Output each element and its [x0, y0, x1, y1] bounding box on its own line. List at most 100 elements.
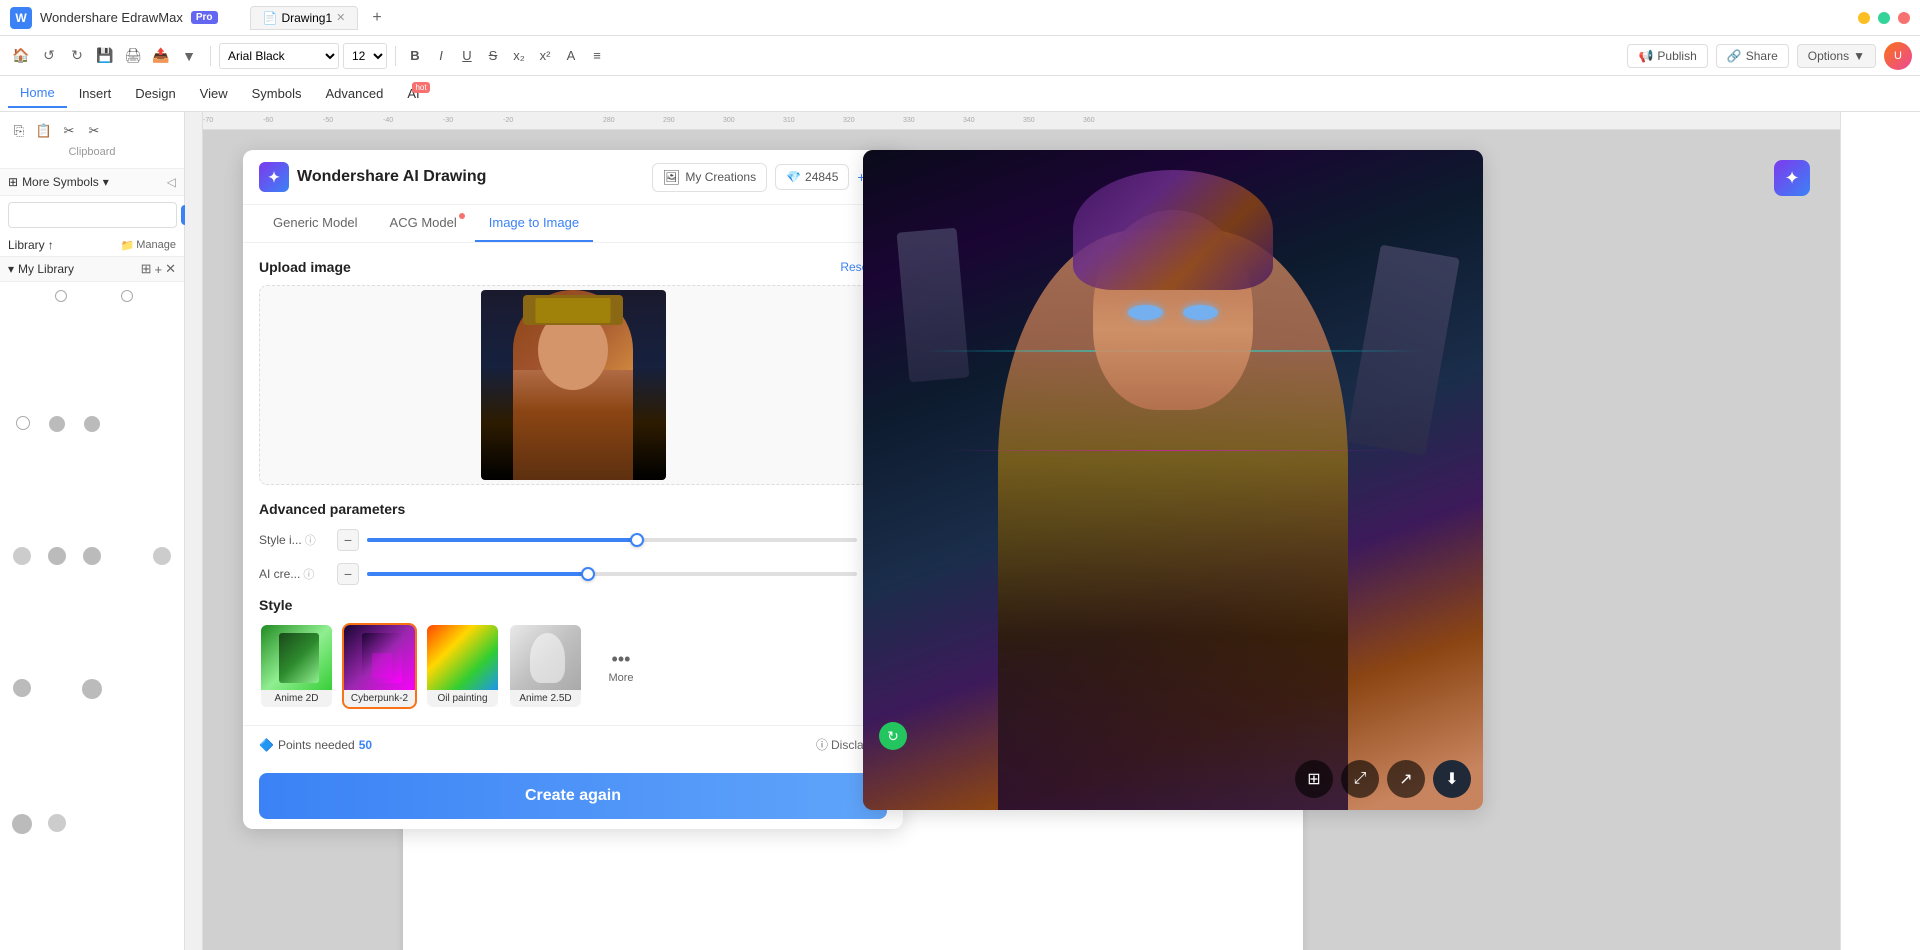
publish-label: Publish: [1657, 49, 1696, 63]
strikethrough-btn[interactable]: S: [482, 45, 504, 67]
shape-dot[interactable]: [153, 547, 171, 565]
menu-view[interactable]: View: [188, 80, 240, 107]
tab-acg-model[interactable]: ACG Model: [376, 205, 471, 242]
more-symbols-icon: ⊞: [8, 175, 18, 189]
main-layout: ⎘ 📋 ✂ ✂ Clipboard ⊞ More Symbols ▾ ◁ Sea…: [0, 112, 1920, 950]
paste-btn[interactable]: 📋: [33, 120, 55, 142]
options-btn[interactable]: Options ▼: [1797, 44, 1876, 68]
more-btn[interactable]: ▼: [176, 43, 202, 69]
shape-dot[interactable]: [84, 416, 100, 432]
new-tab-btn[interactable]: +: [366, 7, 387, 29]
cut2-btn[interactable]: ✂: [83, 120, 105, 142]
underline-btn[interactable]: U: [456, 45, 478, 67]
shape-dot[interactable]: [121, 290, 133, 302]
more-styles-btn[interactable]: ••• More: [591, 629, 651, 704]
shape-dot[interactable]: [13, 547, 31, 565]
save-btn[interactable]: 💾: [92, 43, 118, 69]
style-card-anime2d[interactable]: Anime 2D: [259, 623, 334, 709]
right-panel: [1840, 112, 1920, 950]
shape-dot[interactable]: [83, 547, 101, 565]
style-intensity-slider[interactable]: [367, 538, 857, 542]
bold-btn[interactable]: B: [404, 45, 426, 67]
style-intensity-minus-btn[interactable]: −: [337, 529, 359, 551]
print-btn[interactable]: 🖨: [120, 43, 146, 69]
refresh-icon[interactable]: ↻: [879, 722, 907, 750]
tab-label: Drawing1: [281, 11, 332, 25]
collapse-btn[interactable]: ◁: [167, 175, 176, 189]
manage-label: Manage: [136, 239, 176, 251]
creations-icon: 🖼: [663, 169, 681, 186]
shape-dot[interactable]: [82, 679, 102, 699]
menu-home[interactable]: Home: [8, 79, 67, 108]
manage-btn[interactable]: 📁 Manage: [121, 239, 176, 252]
export-btn[interactable]: 📤: [148, 43, 174, 69]
user-avatar[interactable]: U: [1884, 42, 1912, 70]
drawing-tab[interactable]: 📄 Drawing1 ✕: [250, 6, 359, 30]
window-controls: [1858, 12, 1910, 24]
shape-dot[interactable]: [12, 814, 32, 834]
close-btn[interactable]: [1898, 12, 1910, 24]
credits-icon: 💎: [786, 170, 801, 184]
download-image-btn[interactable]: ⬇: [1433, 760, 1471, 798]
tab-generic-model[interactable]: Generic Model: [259, 205, 372, 242]
tab-close-btn[interactable]: ✕: [336, 11, 345, 24]
search-bar: Search: [0, 196, 184, 234]
create-again-btn[interactable]: Create again: [259, 773, 887, 819]
lib-layout-btn[interactable]: ⊞: [141, 261, 152, 277]
style-card-anime25d[interactable]: Anime 2.5D: [508, 623, 583, 709]
generated-image-panel: ↻ ⊞ ⤢ ↗ ⬇: [863, 150, 1483, 810]
align-btn[interactable]: ≡: [586, 45, 608, 67]
ai-creativity-minus-btn[interactable]: −: [337, 563, 359, 585]
text-color-btn[interactable]: A: [560, 45, 582, 67]
lib-close-btn[interactable]: ✕: [165, 261, 176, 277]
copy-image-btn[interactable]: ⊞: [1295, 760, 1333, 798]
ai-hot-badge: hot: [412, 82, 429, 93]
publish-btn[interactable]: 📢 Publish: [1627, 44, 1707, 68]
expand-image-btn[interactable]: ⤢: [1341, 760, 1379, 798]
italic-btn[interactable]: I: [430, 45, 452, 67]
style-card-cyberpunk2[interactable]: Cyberpunk-2: [342, 623, 417, 709]
shape-dot[interactable]: [16, 416, 30, 430]
style-intensity-info-icon[interactable]: ⓘ: [305, 532, 316, 548]
shape-dot[interactable]: [13, 679, 31, 697]
font-size-select[interactable]: 12: [343, 43, 387, 69]
ai-creativity-slider[interactable]: [367, 572, 857, 576]
menu-insert[interactable]: Insert: [67, 80, 124, 107]
menu-ai[interactable]: AI hot: [395, 80, 431, 107]
menu-advanced[interactable]: Advanced: [313, 80, 395, 107]
points-value: 50: [359, 738, 372, 752]
home-nav-btn[interactable]: 🏠: [8, 43, 34, 69]
app-logo: W: [10, 7, 32, 29]
redo-btn[interactable]: ↻: [64, 43, 90, 69]
shape-dot[interactable]: [49, 416, 65, 432]
shape-dot[interactable]: [48, 814, 66, 832]
copy-btn[interactable]: ⎘: [8, 120, 30, 142]
lib-add-btn[interactable]: +: [155, 261, 163, 277]
ai-creativity-info-icon[interactable]: ⓘ: [303, 566, 314, 582]
superscript-btn[interactable]: x²: [534, 45, 556, 67]
shape-dot[interactable]: [55, 290, 67, 302]
points-label: Points needed: [278, 738, 355, 752]
shape-dot[interactable]: [48, 547, 66, 565]
app-name: Wondershare EdrawMax: [40, 10, 183, 25]
menu-design[interactable]: Design: [123, 80, 187, 107]
title-bar: W Wondershare EdrawMax Pro 📄 Drawing1 ✕ …: [0, 0, 1920, 36]
maximize-btn[interactable]: [1878, 12, 1890, 24]
library-actions: ⊞ + ✕: [141, 261, 176, 277]
subscript-btn[interactable]: x₂: [508, 45, 530, 67]
style-card-oil[interactable]: Oil painting: [425, 623, 500, 709]
tab-img2img[interactable]: Image to Image: [475, 205, 593, 242]
undo-btn[interactable]: ↺: [36, 43, 62, 69]
my-creations-btn[interactable]: 🖼 My Creations: [652, 163, 767, 192]
share-image-btn[interactable]: ↗: [1387, 760, 1425, 798]
credits-btn[interactable]: 💎 24845: [775, 164, 849, 190]
minimize-btn[interactable]: [1858, 12, 1870, 24]
library-label: Library ↑: [8, 238, 54, 252]
upload-area[interactable]: [259, 285, 887, 485]
font-family-select[interactable]: Arial Black: [219, 43, 339, 69]
search-input[interactable]: [8, 202, 177, 228]
share-label: Share: [1746, 49, 1778, 63]
share-btn[interactable]: 🔗 Share: [1716, 44, 1789, 68]
menu-symbols[interactable]: Symbols: [240, 80, 314, 107]
cut-btn[interactable]: ✂: [58, 120, 80, 142]
